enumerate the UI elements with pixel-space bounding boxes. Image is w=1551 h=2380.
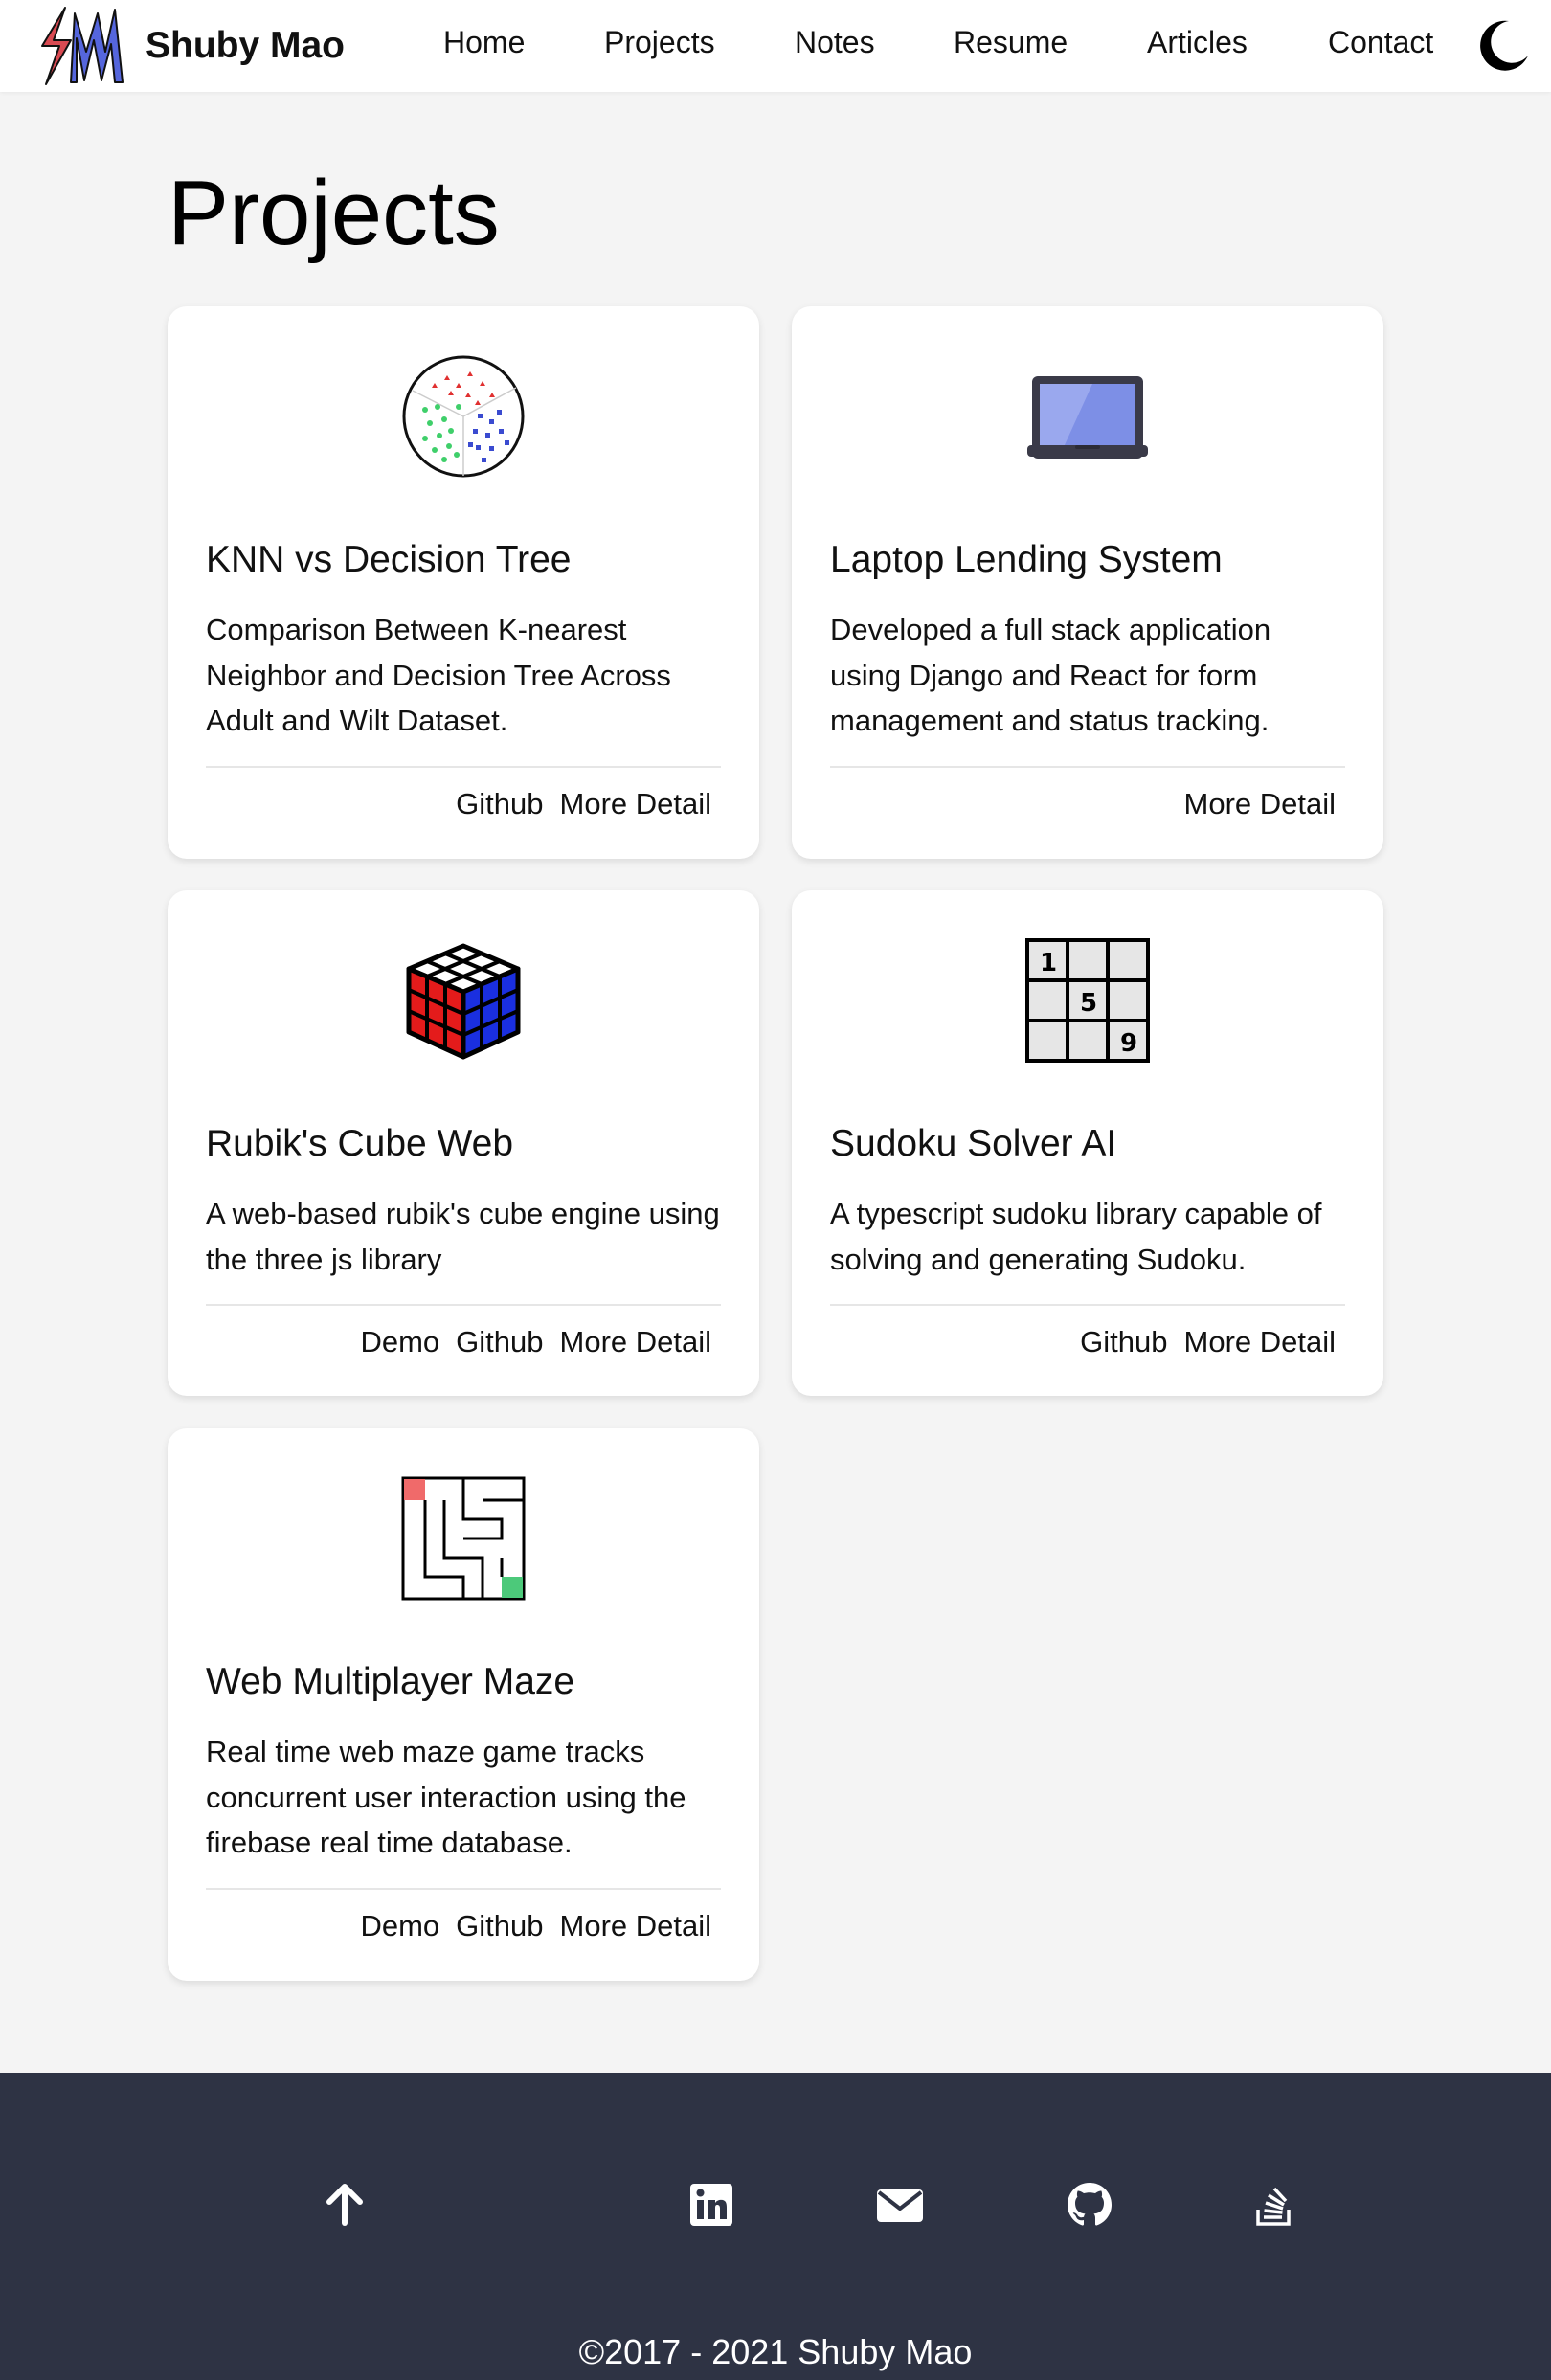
stackoverflow-link[interactable] <box>1250 2181 1298 2229</box>
github-link[interactable]: Github <box>456 1325 543 1359</box>
linkedin-icon <box>690 2184 732 2226</box>
nav-link-projects[interactable]: Projects <box>604 25 715 60</box>
scatter-plot-icon <box>402 355 525 478</box>
brand-link[interactable]: Shuby Mao <box>38 6 345 86</box>
card-description: A web-based rubik's cube engine using th… <box>206 1197 720 1276</box>
github-icon <box>1068 2183 1112 2226</box>
card-links: More Detail <box>1184 787 1337 821</box>
card-image <box>168 938 759 1063</box>
card-links: Github More Detail <box>456 787 711 821</box>
nav-link-articles[interactable]: Articles <box>1147 25 1248 60</box>
nav-link-resume[interactable]: Resume <box>954 25 1068 60</box>
project-card-rubiks-cube: Rubik's Cube Web A web-based rubik's cub… <box>168 890 759 1396</box>
more-detail-link[interactable]: More Detail <box>1184 787 1337 821</box>
card-image <box>168 1476 759 1601</box>
demo-link[interactable]: Demo <box>360 1325 439 1359</box>
nav-link-contact[interactable]: Contact <box>1328 25 1433 60</box>
sudoku-digit: 9 <box>1120 1029 1137 1058</box>
back-to-top-button[interactable] <box>321 2181 369 2229</box>
card-divider <box>830 1304 1345 1306</box>
sudoku-grid-icon: 1 5 9 <box>1025 938 1150 1063</box>
card-divider <box>206 766 721 768</box>
linkedin-link[interactable] <box>687 2181 735 2229</box>
moon-icon <box>1480 20 1528 71</box>
brand-name: Shuby Mao <box>146 25 346 66</box>
logo-icon <box>41 7 124 85</box>
card-links: Github More Detail <box>1080 1325 1336 1359</box>
card-title: Sudoku Solver AI <box>830 1123 1117 1164</box>
github-link[interactable]: Github <box>1080 1325 1167 1359</box>
copyright-text: ©2017 - 2021 Shuby Mao <box>578 2332 973 2371</box>
project-card-sudoku: 1 5 9 Sudoku Solver AI A typescript sudo… <box>792 890 1383 1396</box>
card-divider <box>206 1888 721 1890</box>
arrow-up-icon <box>326 2184 363 2226</box>
card-description: Developed a full stack application using… <box>830 613 1271 737</box>
card-title: Web Multiplayer Maze <box>206 1661 575 1702</box>
card-title: Laptop Lending System <box>830 539 1223 580</box>
project-card-laptop-lending: Laptop Lending System Developed a full s… <box>792 306 1383 859</box>
maze-icon <box>401 1476 526 1601</box>
card-divider <box>830 766 1345 768</box>
card-title: Rubik's Cube Web <box>206 1123 514 1164</box>
card-title: KNN vs Decision Tree <box>206 539 572 580</box>
card-links: Demo Github More Detail <box>360 1325 711 1359</box>
more-detail-link[interactable]: More Detail <box>560 1325 712 1359</box>
card-description: Real time web maze game tracks concurren… <box>206 1735 686 1859</box>
email-icon <box>877 2189 923 2222</box>
card-image <box>792 354 1383 479</box>
project-card-knn: KNN vs Decision Tree Comparison Between … <box>168 306 759 859</box>
card-divider <box>206 1304 721 1306</box>
sudoku-digit: 5 <box>1080 989 1097 1018</box>
card-description: A typescript sudoku library capable of s… <box>830 1197 1322 1276</box>
nav-link-notes[interactable]: Notes <box>795 25 875 60</box>
more-detail-link[interactable]: More Detail <box>560 1909 712 1943</box>
nav-link-home[interactable]: Home <box>443 25 525 60</box>
more-detail-link[interactable]: More Detail <box>1184 1325 1337 1359</box>
card-image <box>168 354 759 479</box>
github-profile-link[interactable] <box>1066 2181 1113 2229</box>
laptop-icon <box>1027 376 1148 459</box>
card-image: 1 5 9 <box>792 938 1383 1063</box>
more-detail-link[interactable]: More Detail <box>560 787 712 821</box>
email-link[interactable] <box>876 2181 924 2229</box>
project-card-maze: Web Multiplayer Maze Real time web maze … <box>168 1428 759 1981</box>
demo-link[interactable]: Demo <box>360 1909 439 1943</box>
top-navbar: Shuby Mao Home Projects Notes Resume Art… <box>0 0 1551 92</box>
card-links: Demo Github More Detail <box>360 1909 711 1943</box>
theme-toggle-button[interactable] <box>1474 15 1532 73</box>
page-title: Projects <box>168 162 500 264</box>
rubiks-cube-icon <box>406 943 521 1060</box>
github-link[interactable]: Github <box>456 1909 543 1943</box>
github-link[interactable]: Github <box>456 787 543 821</box>
stackoverflow-icon <box>1256 2187 1291 2226</box>
sudoku-digit: 1 <box>1040 949 1057 977</box>
card-description: Comparison Between K-nearest Neighbor an… <box>206 613 671 737</box>
